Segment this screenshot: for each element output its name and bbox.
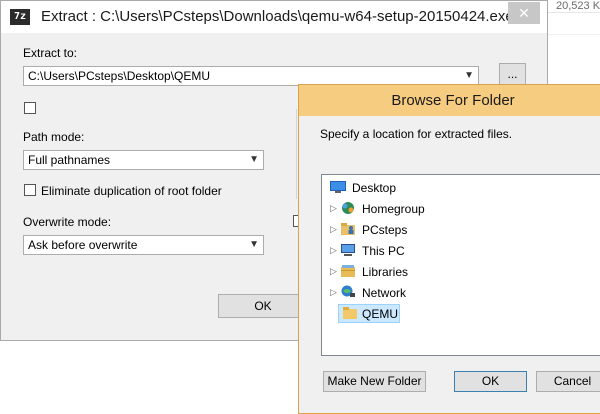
make-new-folder-button[interactable]: Make New Folder	[323, 371, 426, 392]
browse-instruction: Specify a location for extracted files.	[320, 127, 513, 141]
extract-to-label: Extract to:	[23, 46, 78, 60]
homegroup-icon	[342, 202, 354, 214]
make-new-folder-label: Make New Folder	[327, 374, 422, 388]
browse-dialog-title: Browse For Folder	[391, 92, 515, 109]
overwrite-mode-select[interactable]: Ask before overwrite ▼	[23, 235, 264, 255]
expand-arrow-icon[interactable]: ▷	[330, 266, 337, 277]
overwrite-mode-value: Ask before overwrite	[28, 238, 138, 252]
chevron-down-icon: ▼	[249, 239, 259, 250]
browse-cancel-label: Cancel	[553, 374, 592, 388]
close-button[interactable]: ✕	[508, 2, 540, 24]
path-mode-select[interactable]: Full pathnames ▼	[23, 150, 264, 170]
tree-item-network[interactable]: ▷ Network	[322, 283, 600, 303]
group-divider	[296, 109, 297, 199]
eliminate-duplication-label: Eliminate duplication of root folder	[41, 184, 222, 198]
expand-arrow-icon[interactable]: ▷	[330, 203, 337, 214]
chevron-down-icon: ▼	[249, 154, 259, 165]
option-checkbox[interactable]	[24, 102, 36, 114]
background-divider	[548, 34, 600, 35]
extract-titlebar[interactable]: 7z Extract : C:\Users\PCsteps\Downloads\…	[1, 1, 547, 33]
extract-ok-button[interactable]: OK	[218, 294, 308, 318]
extract-to-value: C:\Users\PCsteps\Desktop\QEMU	[28, 69, 211, 83]
folder-icon	[343, 307, 357, 319]
tree-item-label: Homegroup	[362, 202, 425, 216]
tree-item-label: QEMU	[362, 307, 398, 321]
extract-window-title: Extract : C:\Users\PCsteps\Downloads\qem…	[41, 8, 514, 25]
tree-item-pcsteps[interactable]: ▷ PCsteps	[322, 220, 600, 240]
desktop-icon	[330, 181, 346, 193]
extract-ok-label: OK	[254, 299, 272, 313]
browse-ok-button[interactable]: OK	[454, 371, 527, 392]
eliminate-duplication-checkbox[interactable]	[24, 184, 36, 196]
tree-item-qemu[interactable]: QEMU	[322, 304, 600, 324]
background-divider	[548, 12, 600, 13]
tree-item-this-pc[interactable]: ▷ This PC	[322, 241, 600, 261]
browse-folder-button-label: ...	[507, 67, 518, 81]
computer-icon	[341, 244, 355, 256]
tree-item-label: Desktop	[352, 181, 397, 195]
browse-for-folder-dialog: Browse For Folder Specify a location for…	[298, 84, 600, 414]
expand-arrow-icon[interactable]: ▷	[330, 245, 337, 256]
extract-to-combo[interactable]: C:\Users\PCsteps\Desktop\QEMU ▼	[23, 66, 479, 86]
tree-item-homegroup[interactable]: ▷ Homegroup	[322, 199, 600, 219]
7zip-app-icon: 7z	[10, 9, 30, 25]
user-folder-icon	[341, 223, 355, 235]
path-mode-value: Full pathnames	[28, 153, 111, 167]
tree-item-label: PCsteps	[362, 223, 408, 237]
browse-ok-label: OK	[481, 374, 500, 388]
path-mode-label: Path mode:	[23, 130, 85, 144]
overwrite-mode-label: Overwrite mode:	[23, 215, 112, 229]
tree-item-libraries[interactable]: ▷ Libraries	[322, 262, 600, 282]
folder-tree[interactable]: Desktop ▷ Homegroup ▷ PCsteps ▷ This PC	[321, 174, 600, 356]
chevron-down-icon: ▼	[464, 70, 474, 81]
libraries-icon	[341, 265, 355, 277]
expand-arrow-icon[interactable]: ▷	[330, 287, 337, 298]
browse-cancel-button[interactable]: Cancel	[536, 371, 600, 392]
browse-titlebar[interactable]: Browse For Folder	[299, 85, 600, 116]
tree-item-label: Libraries	[362, 265, 409, 279]
close-icon: ✕	[518, 5, 530, 21]
tree-item-desktop[interactable]: Desktop	[322, 178, 600, 198]
tree-item-label: Network	[362, 286, 407, 300]
background-size-text: 20,523 K	[556, 0, 600, 12]
expand-arrow-icon[interactable]: ▷	[330, 224, 337, 235]
tree-item-label: This PC	[362, 244, 405, 258]
network-icon	[341, 285, 355, 297]
